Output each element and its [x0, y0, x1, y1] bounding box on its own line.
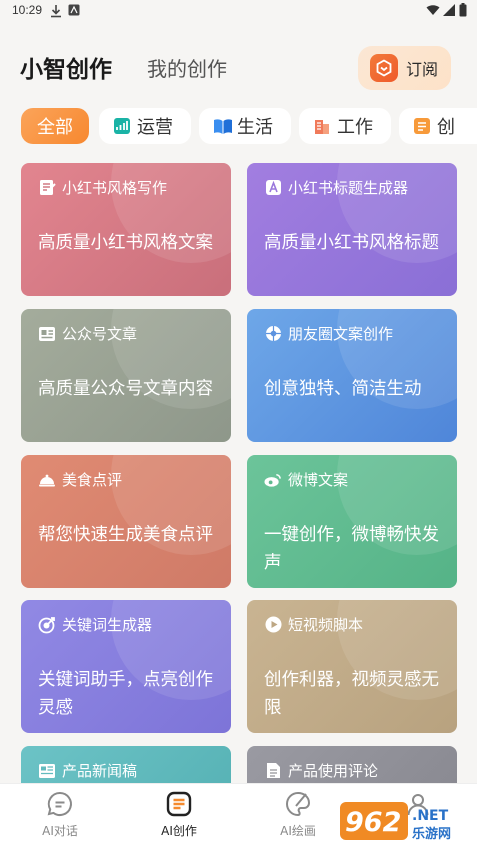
card-header: 产品新闻稿	[38, 760, 137, 781]
card-food-review[interactable]: 美食点评 帮您快速生成美食点评	[21, 455, 231, 588]
chart-icon	[113, 117, 131, 135]
id-card-icon	[38, 325, 56, 343]
chip-label: 全部	[37, 117, 73, 138]
card-product-press-release[interactable]: 产品新闻稿	[21, 746, 231, 786]
card-title: 朋友圈文案创作	[288, 325, 394, 343]
card-title: 关键词生成器	[62, 616, 153, 634]
card-desc: 创意独特、简洁生动	[264, 379, 422, 399]
chip-label: 运营	[137, 117, 173, 138]
nav-ai-chat[interactable]: AI对话	[20, 790, 100, 839]
letter-a-icon	[264, 179, 282, 197]
chip-label: 生活	[237, 117, 273, 138]
card-desc: 高质量小红书风格文案	[38, 233, 213, 253]
chip-life[interactable]: 生活	[199, 108, 291, 144]
card-header: 微博文案	[264, 469, 348, 490]
signal-icon	[443, 4, 455, 19]
paint-icon	[284, 790, 312, 818]
subscribe-label: 订阅	[406, 60, 439, 79]
status-bar: 10:29	[0, 0, 477, 22]
card-title: 美食点评	[62, 471, 123, 489]
chip-create[interactable]: 创	[399, 108, 477, 144]
create-icon	[165, 790, 193, 818]
svg-text:乐游网: 乐游网	[412, 826, 451, 842]
doc-icon	[413, 117, 431, 135]
card-xhs-title[interactable]: 小红书标题生成器 高质量小红书风格标题	[247, 163, 457, 296]
subscribe-button[interactable]: 订阅	[358, 46, 451, 90]
card-desc: 创作利器，视频灵感无限	[264, 670, 439, 718]
target-icon	[38, 616, 56, 634]
news-icon	[38, 762, 56, 780]
card-short-video-script[interactable]: 短视频脚本 创作利器，视频灵感无限	[247, 600, 457, 733]
card-header: 小红书标题生成器	[264, 177, 408, 198]
card-title: 小红书标题生成器	[288, 179, 409, 197]
app-notification-icon	[68, 4, 80, 19]
chip-all[interactable]: 全部	[21, 108, 89, 144]
file-icon	[264, 762, 282, 780]
nav-ai-create[interactable]: AI创作	[139, 790, 219, 839]
nav-label: AI绘画	[280, 824, 316, 838]
wifi-icon	[426, 4, 440, 19]
status-time: 10:29	[12, 3, 43, 17]
card-desc: 帮您快速生成美食点评	[38, 525, 213, 545]
site-watermark-logo: 962 .NET 乐游网	[340, 800, 472, 844]
card-title: 产品新闻稿	[62, 762, 138, 780]
card-wechat-article[interactable]: 公众号文章 高质量公众号文章内容	[21, 309, 231, 442]
book-icon	[213, 117, 232, 135]
chat-icon	[46, 790, 74, 818]
card-title: 微博文案	[288, 471, 349, 489]
card-moments-copy[interactable]: 朋友圈文案创作 创意独特、简洁生动	[247, 309, 457, 442]
card-desc: 高质量公众号文章内容	[38, 379, 213, 399]
tab-my-creations[interactable]: 我的创作	[147, 53, 227, 82]
nav-ai-painting[interactable]: AI绘画	[258, 790, 338, 839]
card-desc: 一键创作，微博畅快发声	[264, 525, 439, 573]
card-product-review[interactable]: 产品使用评论	[247, 746, 457, 786]
card-keyword-generator[interactable]: 关键词生成器 关键词助手，点亮创作灵感	[21, 600, 231, 733]
category-bar: 全部 运营 生活 工作 创	[0, 106, 477, 146]
nav-label: AI对话	[42, 824, 78, 838]
card-desc: 关键词助手，点亮创作灵感	[38, 670, 213, 718]
svg-text:962: 962	[345, 807, 401, 838]
card-xhs-writing[interactable]: 小红书风格写作 高质量小红书风格文案	[21, 163, 231, 296]
card-header: 短视频脚本	[264, 614, 363, 635]
play-icon	[264, 616, 282, 634]
card-header: 小红书风格写作	[38, 177, 167, 198]
svg-text:.NET: .NET	[412, 808, 449, 824]
cloche-icon	[38, 471, 56, 489]
card-weibo-copy[interactable]: 微博文案 一键创作，微博畅快发声	[247, 455, 457, 588]
edit-doc-icon	[38, 179, 56, 197]
card-header: 关键词生成器	[38, 614, 152, 635]
chip-operations[interactable]: 运营	[99, 108, 191, 144]
header: 小智创作 我的创作 订阅	[0, 40, 477, 96]
tab-xiaozhi-create[interactable]: 小智创作	[20, 50, 112, 84]
card-header: 产品使用评论	[264, 760, 378, 781]
card-title: 产品使用评论	[288, 762, 379, 780]
aperture-icon	[264, 325, 282, 343]
nav-label: AI创作	[161, 824, 197, 838]
chip-label: 工作	[337, 117, 373, 138]
building-icon	[313, 117, 331, 135]
card-title: 小红书风格写作	[62, 179, 168, 197]
chip-work[interactable]: 工作	[299, 108, 391, 144]
card-desc: 高质量小红书风格标题	[264, 233, 439, 253]
chip-label: 创	[437, 117, 455, 138]
card-header: 公众号文章	[38, 323, 137, 344]
download-icon	[50, 4, 62, 21]
card-header: 美食点评	[38, 469, 122, 490]
weibo-icon	[264, 471, 282, 489]
badge-icon	[370, 54, 398, 82]
card-header: 朋友圈文案创作	[264, 323, 393, 344]
battery-icon	[459, 3, 467, 20]
card-title: 短视频脚本	[288, 616, 364, 634]
card-title: 公众号文章	[62, 325, 138, 343]
